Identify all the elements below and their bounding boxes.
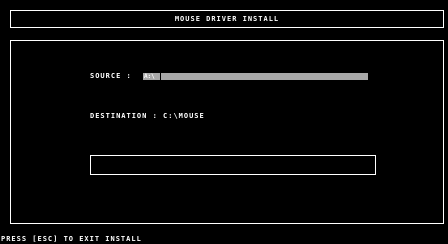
destination-row: DESTINATION : C:\MOUSE (90, 113, 205, 120)
message-box (90, 155, 376, 175)
destination-value[interactable]: C:\MOUSE (163, 113, 205, 120)
source-value: A:\ (142, 73, 156, 80)
source-label: SOURCE : (90, 72, 137, 80)
source-row: SOURCE : A:\ (90, 73, 368, 80)
window-title: MOUSE DRIVER INSTALL (174, 14, 280, 23)
text-cursor (159, 73, 161, 80)
destination-label: DESTINATION : (90, 112, 164, 120)
install-panel: SOURCE : A:\ DESTINATION : C:\MOUSE (10, 40, 444, 224)
source-input[interactable]: A:\ (142, 73, 368, 80)
title-bar: MOUSE DRIVER INSTALL (10, 10, 444, 28)
status-bar-text: PRESS [ESC] TO EXIT INSTALL (1, 235, 142, 243)
